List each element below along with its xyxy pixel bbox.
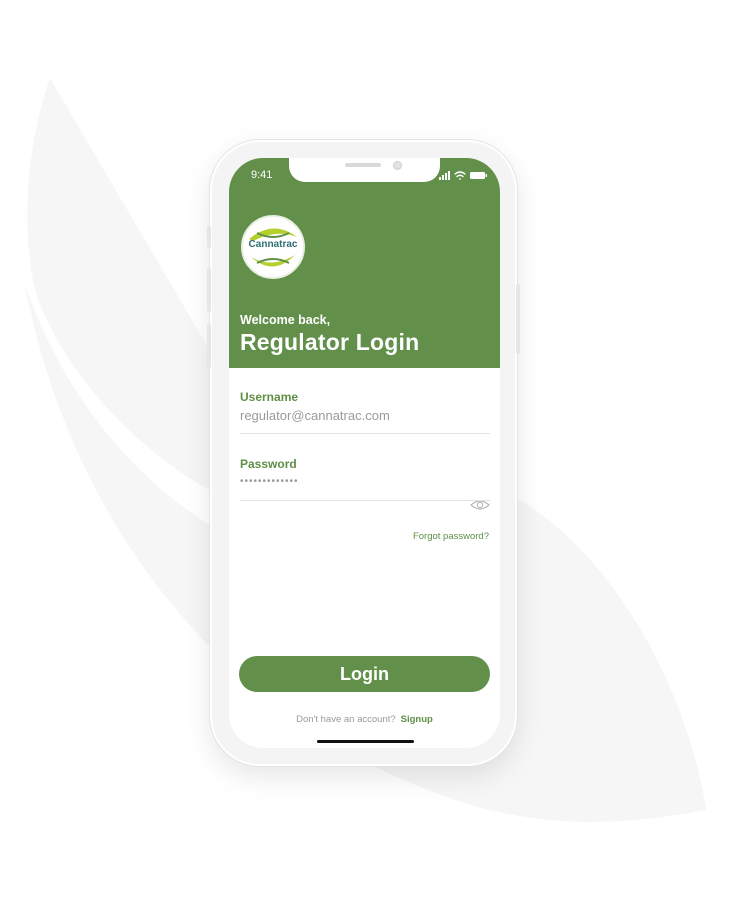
wifi-icon (454, 171, 466, 180)
power-button (516, 284, 520, 354)
signup-prompt: Don't have an account? (296, 714, 396, 725)
logo-text: Cannatrac (248, 239, 298, 250)
status-icons (439, 171, 487, 180)
volume-down-button (207, 324, 211, 368)
welcome-text: Welcome back, (240, 313, 331, 327)
signup-row: Don't have an account? Signup (229, 714, 500, 725)
phone-notch (289, 158, 440, 182)
app-screen: 9:41 Cannatrac Welcome back, Regulator L… (229, 158, 500, 748)
signal-icon (439, 171, 450, 180)
username-input[interactable] (240, 408, 460, 423)
password-underline (240, 500, 490, 501)
front-camera (393, 161, 402, 170)
page-title: Regulator Login (240, 329, 420, 355)
forgot-password-link[interactable]: Forgot password? (413, 531, 489, 542)
password-input[interactable]: ••••••••••••• (240, 476, 460, 487)
username-label: Username (240, 390, 299, 404)
home-indicator[interactable] (317, 740, 414, 743)
username-underline (240, 433, 490, 434)
volume-up-button (207, 268, 211, 312)
phone-frame: 9:41 Cannatrac Welcome back, Regulator L… (207, 140, 520, 766)
login-header: 9:41 Cannatrac Welcome back, Regulator L… (229, 158, 500, 368)
status-time: 9:41 (251, 169, 273, 181)
cannatrac-logo: Cannatrac (241, 215, 305, 279)
battery-icon (470, 172, 487, 179)
signup-link[interactable]: Signup (401, 714, 433, 725)
password-label: Password (240, 457, 297, 471)
speaker (345, 163, 381, 167)
login-button[interactable]: Login (239, 656, 490, 692)
mute-switch (207, 226, 211, 248)
